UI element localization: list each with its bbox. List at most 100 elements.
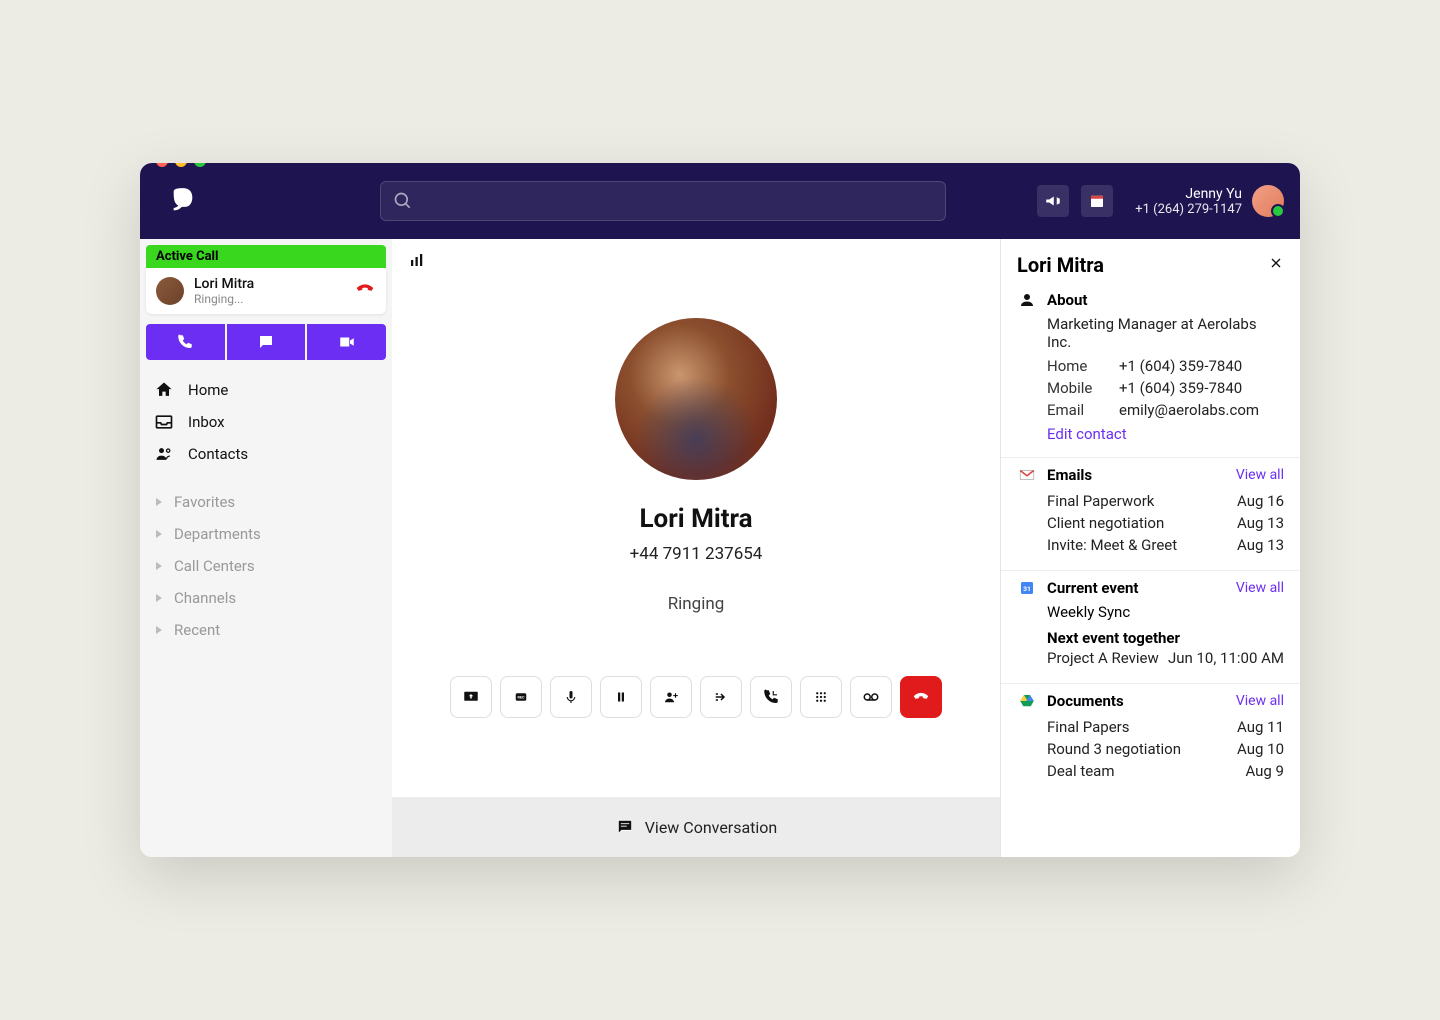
record-button[interactable]: REC	[500, 676, 542, 718]
emails-view-all[interactable]: View all	[1236, 467, 1284, 483]
active-call-card[interactable]: Lori Mitra Ringing...	[146, 268, 386, 314]
contacts-icon	[154, 444, 174, 464]
nav-label: Contacts	[188, 445, 248, 463]
add-person-icon	[662, 688, 680, 706]
section-departments[interactable]: Departments	[140, 518, 392, 550]
hold-button[interactable]	[600, 676, 642, 718]
contact-name: Lori Mitra	[639, 504, 752, 534]
calendar-button[interactable]	[1081, 185, 1113, 217]
phone-icon	[176, 333, 194, 351]
sidebar: Active Call Lori Mitra Ringing...	[140, 239, 392, 857]
new-message-button[interactable]	[227, 324, 306, 360]
mobile-value: +1 (604) 359-7840	[1119, 379, 1242, 397]
share-screen-button[interactable]	[450, 676, 492, 718]
pause-icon	[612, 688, 630, 706]
document-row[interactable]: Deal teamAug 9	[1047, 760, 1284, 782]
app-logo	[168, 186, 198, 216]
user-name: Jenny Yu	[1135, 186, 1242, 202]
main-panel: Lori Mitra +44 7911 237654 Ringing REC	[392, 239, 1000, 857]
email-row[interactable]: Client negotiationAug 13	[1047, 512, 1284, 534]
chat-icon	[615, 817, 635, 837]
about-role: Marketing Manager at Aerolabs Inc.	[1047, 315, 1284, 351]
home-value: +1 (604) 359-7840	[1119, 357, 1242, 375]
inbox-icon	[154, 412, 174, 432]
dialpad-icon	[812, 688, 830, 706]
chevron-right-icon	[154, 529, 164, 539]
document-row[interactable]: Round 3 negotiationAug 10	[1047, 738, 1284, 760]
new-video-button[interactable]	[307, 324, 386, 360]
new-call-button[interactable]	[146, 324, 225, 360]
call-status-large: Ringing	[668, 594, 725, 614]
view-conversation-button[interactable]: View Conversation	[392, 797, 1000, 857]
email-row[interactable]: Invite: Meet & GreetAug 13	[1047, 534, 1284, 556]
nav-inbox[interactable]: Inbox	[140, 406, 392, 438]
documents-label: Documents	[1047, 692, 1226, 710]
window-minimize[interactable]	[175, 163, 187, 167]
document-row[interactable]: Final PapersAug 11	[1047, 716, 1284, 738]
voicemail-button[interactable]	[850, 676, 892, 718]
section-recent[interactable]: Recent	[140, 614, 392, 646]
titlebar: Jenny Yu +1 (264) 279-1147	[140, 163, 1300, 239]
stats-button[interactable]	[408, 251, 426, 273]
section-label: Call Centers	[174, 557, 255, 575]
event-row[interactable]: Project A ReviewJun 10, 11:00 AM	[1047, 647, 1284, 669]
documents-view-all[interactable]: View all	[1236, 693, 1284, 709]
add-participant-button[interactable]	[650, 676, 692, 718]
video-icon	[338, 333, 356, 351]
user-info[interactable]: Jenny Yu +1 (264) 279-1147	[1135, 185, 1284, 217]
contact-avatar-large	[615, 318, 777, 480]
action-row	[146, 324, 386, 360]
mobile-label: Mobile	[1047, 379, 1119, 397]
chevron-right-icon	[154, 625, 164, 635]
section-label: Recent	[174, 621, 220, 639]
chevron-right-icon	[154, 561, 164, 571]
window-maximize[interactable]	[194, 163, 206, 167]
search-icon	[393, 191, 413, 211]
transfer-button[interactable]	[700, 676, 742, 718]
user-avatar	[1252, 185, 1284, 217]
park-call-button[interactable]	[750, 676, 792, 718]
view-conversation-label: View Conversation	[645, 818, 778, 837]
search-input[interactable]	[380, 181, 946, 221]
hangup-button[interactable]	[900, 676, 942, 718]
share-screen-icon	[462, 688, 480, 706]
email-row[interactable]: Final PaperworkAug 16	[1047, 490, 1284, 512]
calendar-icon	[1088, 192, 1106, 210]
phone-incoming-icon	[762, 688, 780, 706]
section-call-centers[interactable]: Call Centers	[140, 550, 392, 582]
person-icon	[1018, 291, 1036, 309]
section-channels[interactable]: Channels	[140, 582, 392, 614]
contact-phone: +44 7911 237654	[630, 544, 763, 564]
window-close[interactable]	[156, 163, 168, 167]
announcement-button[interactable]	[1037, 185, 1069, 217]
edit-contact-link[interactable]: Edit contact	[1047, 425, 1284, 443]
events-section: 31 Current event View all Weekly Sync Ne…	[1001, 571, 1300, 684]
section-favorites[interactable]: Favorites	[140, 486, 392, 518]
bar-chart-icon	[408, 251, 426, 269]
user-phone: +1 (264) 279-1147	[1135, 202, 1242, 217]
emails-label: Emails	[1047, 466, 1226, 484]
traffic-lights	[156, 163, 206, 167]
dialpad-button[interactable]	[800, 676, 842, 718]
voicemail-icon	[862, 688, 880, 706]
nav-home[interactable]: Home	[140, 374, 392, 406]
details-panel: Lori Mitra About Marketing Manager at Ae…	[1000, 239, 1300, 857]
home-icon	[154, 380, 174, 400]
events-view-all[interactable]: View all	[1236, 580, 1284, 596]
close-details-button[interactable]	[1268, 255, 1284, 275]
emails-section: Emails View all Final PaperworkAug 16 Cl…	[1001, 458, 1300, 571]
gmail-icon	[1018, 466, 1036, 484]
call-controls: REC	[450, 676, 942, 718]
section-label: Channels	[174, 589, 236, 607]
hangup-mini-button[interactable]	[354, 278, 376, 304]
nav-label: Home	[188, 381, 228, 399]
nav-contacts[interactable]: Contacts	[140, 438, 392, 470]
next-event-label: Next event together	[1047, 629, 1284, 647]
mute-button[interactable]	[550, 676, 592, 718]
active-call-badge: Active Call	[146, 245, 386, 268]
chevron-right-icon	[154, 497, 164, 507]
drive-icon	[1018, 692, 1036, 710]
documents-section: Documents View all Final PapersAug 11 Ro…	[1001, 684, 1300, 796]
about-label: About	[1047, 291, 1284, 309]
section-label: Favorites	[174, 493, 235, 511]
